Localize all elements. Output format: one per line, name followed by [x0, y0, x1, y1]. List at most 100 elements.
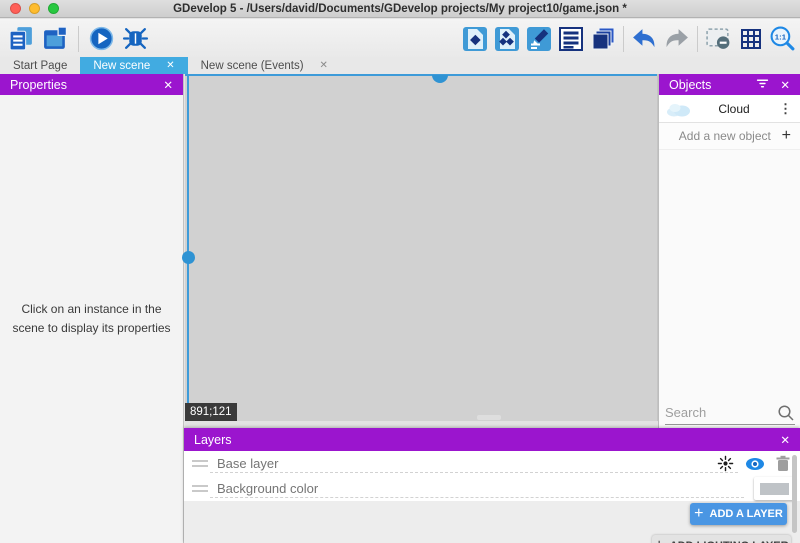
undo-button[interactable] [630, 24, 659, 53]
delete-layer-button[interactable] [774, 455, 792, 472]
properties-panel-header: Properties ✕ [0, 74, 183, 95]
start-page-icon [42, 25, 69, 52]
close-tab-icon[interactable]: ✕ [320, 60, 328, 71]
window-mask-icon [705, 25, 732, 52]
open-object-groups-button[interactable] [492, 24, 521, 53]
open-instances-list-button[interactable] [556, 24, 585, 53]
tab-label: New scene [93, 60, 150, 72]
tab-new-scene-events[interactable]: New scene (Events) ✕ [188, 57, 341, 74]
scene-canvas[interactable]: 891;121 [185, 74, 658, 421]
search-input[interactable] [665, 405, 777, 420]
filter-icon [755, 77, 770, 90]
layer-name-underline [210, 472, 738, 473]
properties-pencil-icon [526, 26, 552, 52]
window-title: GDevelop 5 - /Users/david/Documents/GDev… [173, 3, 627, 15]
toggle-grid-button[interactable] [736, 24, 765, 53]
drag-handle-icon[interactable] [192, 485, 208, 492]
filter-objects-button[interactable] [755, 77, 770, 93]
play-preview-button[interactable] [87, 24, 116, 53]
layers-icon [590, 26, 616, 52]
redo-button[interactable] [662, 24, 691, 53]
object-menu-icon[interactable]: ⋮ [777, 101, 794, 117]
bottom-scrollbar-thumb[interactable] [477, 415, 501, 420]
layers-panel-title: Layers [194, 433, 232, 447]
toolbar-separator [697, 26, 698, 52]
layer-name-underline [210, 497, 744, 498]
plus-icon: + [654, 538, 663, 543]
background-color-swatch[interactable] [754, 477, 795, 500]
add-new-object-button[interactable]: Add a new object + [659, 123, 800, 150]
layer-row-background-color: Background color [184, 476, 800, 501]
grid-icon [738, 26, 764, 52]
layers-scrollbar-thumb[interactable] [792, 455, 797, 533]
close-objects-icon[interactable]: ✕ [780, 78, 790, 92]
project-manager-button[interactable] [7, 24, 36, 53]
trash-icon [776, 455, 790, 472]
add-object-label: Add a new object [668, 129, 782, 143]
close-properties-icon[interactable]: ✕ [163, 78, 173, 92]
tab-new-scene[interactable]: New scene ✕ [80, 57, 187, 74]
redo-icon [663, 25, 690, 53]
layer-actions [715, 451, 792, 476]
horizontal-scrollbar-thumb[interactable] [432, 75, 448, 83]
close-window-button[interactable] [10, 3, 21, 14]
debug-button[interactable] [121, 24, 150, 53]
open-objects-editor-button[interactable] [460, 24, 489, 53]
tab-label: New scene (Events) [201, 60, 304, 72]
drag-handle-icon[interactable] [192, 460, 208, 467]
window-controls [10, 3, 59, 14]
toggle-window-mask-button[interactable] [704, 24, 733, 53]
toolbar-separator [78, 26, 79, 52]
effects-icon [717, 455, 734, 472]
eye-icon [745, 457, 765, 471]
objects-search-field [665, 401, 795, 425]
minimize-window-button[interactable] [29, 3, 40, 14]
objects-panel-title: Objects [669, 78, 711, 92]
open-layers-editor-button[interactable] [588, 24, 617, 53]
object-row-cloud[interactable]: Cloud ⋮ [659, 95, 800, 123]
cursor-coordinates-badge: 891;121 [185, 403, 237, 421]
objects-panel-header: Objects ✕ [659, 74, 800, 95]
zoom-options-button[interactable]: 1:1 [768, 24, 797, 53]
open-properties-panel-button[interactable] [524, 24, 553, 53]
add-layer-label: ADD A LAYER [710, 508, 783, 520]
properties-empty-message: Click on an instance in the scene to dis… [0, 95, 183, 543]
tabbar: Start Page New scene ✕ New scene (Events… [0, 57, 800, 74]
tab-start-page[interactable]: Start Page [0, 57, 80, 74]
layer-name-field[interactable]: Background color [217, 481, 318, 496]
instances-list-icon [558, 26, 584, 52]
svg-text:1:1: 1:1 [775, 32, 787, 41]
zoom-1-1-icon: 1:1 [769, 25, 796, 52]
scene-editor-area: 891;121 [185, 74, 658, 428]
toolbar: 1:1 [0, 19, 800, 57]
layer-visibility-button[interactable] [743, 457, 767, 471]
objects-panel: Objects ✕ Cloud ⋮ Add a new object [658, 74, 800, 428]
layer-effects-button[interactable] [715, 455, 736, 472]
toolbar-separator [623, 26, 624, 52]
maximize-window-button[interactable] [48, 3, 59, 14]
properties-panel-title: Properties [10, 78, 67, 92]
object-name: Cloud [691, 102, 777, 116]
horizontal-scrollbar[interactable] [185, 74, 657, 76]
close-layers-icon[interactable]: ✕ [780, 433, 790, 447]
titlebar: GDevelop 5 - /Users/david/Documents/GDev… [0, 0, 800, 18]
start-page-button[interactable] [41, 24, 70, 53]
vertical-scrollbar[interactable] [187, 74, 189, 421]
add-lighting-layer-button[interactable]: + ADD LIGHTING LAYER [652, 535, 791, 543]
layer-row-base: Base layer [184, 451, 800, 476]
layers-panel-header: Layers ✕ [184, 428, 800, 451]
gdevelop-window: GDevelop 5 - /Users/david/Documents/GDev… [0, 0, 800, 543]
properties-panel: Properties ✕ Click on an instance in the… [0, 74, 184, 543]
objects-editor-icon [462, 26, 488, 52]
vertical-scrollbar-thumb[interactable] [182, 251, 195, 264]
project-manager-icon [8, 25, 35, 52]
layer-name-field[interactable]: Base layer [217, 456, 278, 471]
color-swatch-value [760, 483, 789, 495]
debug-icon [122, 25, 149, 52]
tab-label: Start Page [13, 60, 67, 72]
close-tab-icon[interactable]: ✕ [166, 60, 174, 71]
plus-icon: + [782, 128, 791, 144]
add-layer-button[interactable]: + ADD A LAYER [690, 503, 787, 525]
object-groups-icon [494, 26, 520, 52]
cloud-thumbnail [665, 101, 691, 117]
